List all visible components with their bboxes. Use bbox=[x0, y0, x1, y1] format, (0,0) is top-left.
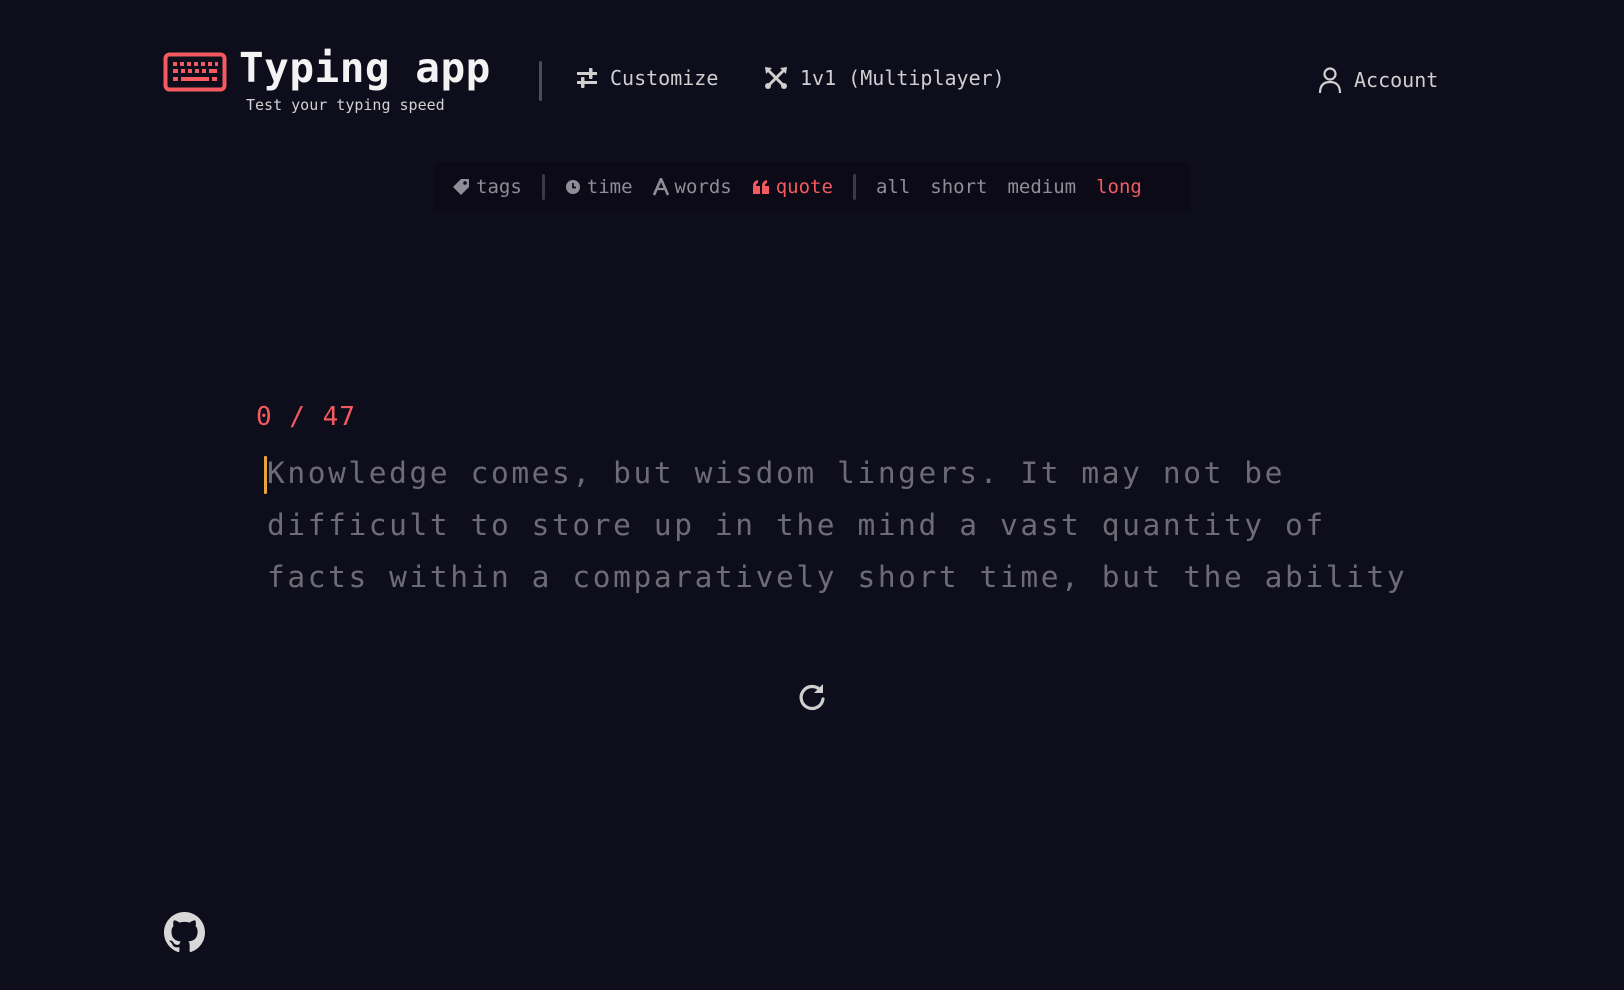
crossed-swords-icon bbox=[765, 67, 787, 89]
customize-label: Customize bbox=[610, 66, 719, 90]
refresh-icon[interactable] bbox=[797, 682, 827, 712]
mode-time-button[interactable]: time bbox=[565, 176, 633, 198]
letter-a-icon bbox=[652, 178, 669, 196]
account-button[interactable]: Account bbox=[1318, 66, 1438, 94]
multiplayer-label: 1v1 (Multiplayer) bbox=[800, 66, 1005, 90]
mode-time-label: time bbox=[586, 176, 633, 198]
mode-words-label: words bbox=[674, 176, 732, 198]
test-config-bar: tags time words quote all short medium l… bbox=[434, 162, 1190, 212]
length-long-button[interactable]: long bbox=[1096, 176, 1142, 198]
sliders-icon bbox=[577, 68, 597, 88]
keyboard-icon bbox=[163, 52, 227, 92]
length-medium-label: medium bbox=[1007, 176, 1077, 198]
word-counter: 0 / 47 bbox=[256, 402, 356, 432]
quote-icon bbox=[752, 180, 769, 194]
brand-logo-link[interactable]: Typing app Test your typing speed bbox=[163, 42, 491, 114]
length-all-label: all bbox=[875, 176, 911, 198]
account-label: Account bbox=[1354, 68, 1439, 92]
multiplayer-button[interactable]: 1v1 (Multiplayer) bbox=[764, 66, 1005, 90]
mode-words-button[interactable]: words bbox=[652, 176, 732, 198]
customize-button[interactable]: Customize bbox=[576, 66, 718, 90]
mode-quote-label: quote bbox=[775, 176, 833, 198]
tag-icon bbox=[453, 179, 469, 195]
typing-app-page: Typing app Test your typing speed Custom… bbox=[0, 0, 1624, 990]
length-long-label: long bbox=[1096, 176, 1142, 198]
length-short-button[interactable]: short bbox=[930, 176, 987, 198]
user-icon bbox=[1318, 67, 1342, 94]
length-short-label: short bbox=[930, 176, 988, 198]
length-medium-button[interactable]: medium bbox=[1007, 176, 1076, 198]
text-line: Knowledge comes, but wisdom lingers. It … bbox=[267, 456, 1286, 490]
length-all-button[interactable]: all bbox=[876, 176, 910, 198]
text-line: difficult to store up in the mind a vast… bbox=[267, 508, 1326, 542]
typing-text-area[interactable]: Knowledge comes, but wisdom lingers. It … bbox=[264, 447, 1408, 603]
typing-caret bbox=[264, 456, 267, 494]
text-line: facts within a comparatively short time,… bbox=[267, 560, 1408, 594]
modebar-separator bbox=[541, 174, 545, 200]
app-title: Typing app bbox=[239, 44, 491, 92]
mode-quote-button[interactable]: quote bbox=[752, 176, 833, 198]
app-subtitle: Test your typing speed bbox=[246, 96, 445, 114]
header: Typing app Test your typing speed Custom… bbox=[163, 42, 1443, 132]
clock-icon bbox=[565, 180, 580, 194]
tags-label: tags bbox=[476, 176, 522, 198]
modebar-separator bbox=[852, 174, 856, 200]
tags-button[interactable]: tags bbox=[452, 176, 522, 198]
header-divider bbox=[539, 61, 542, 101]
github-icon[interactable] bbox=[164, 912, 205, 953]
